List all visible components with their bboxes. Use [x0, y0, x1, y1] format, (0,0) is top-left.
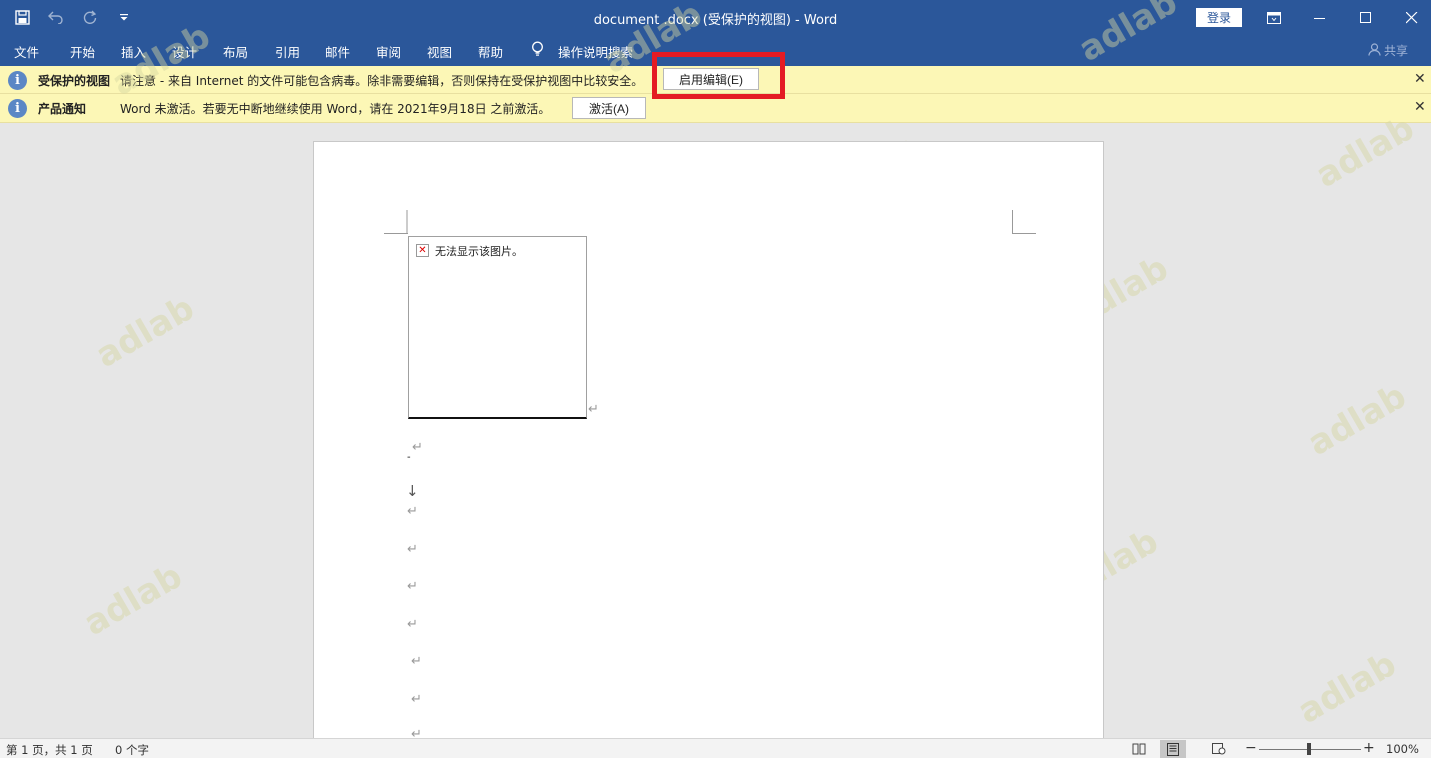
zoom-in-button[interactable]: +: [1363, 740, 1375, 756]
redo-icon[interactable]: [80, 7, 100, 27]
paragraph-mark: ↵: [588, 402, 599, 417]
watermark: adlab: [1301, 376, 1414, 464]
margin-marker-top-left: [384, 210, 408, 234]
margin-marker-top-right: [1012, 210, 1036, 234]
tab-home[interactable]: 开始: [70, 42, 95, 61]
close-protected-bar-icon[interactable]: ✕: [1414, 71, 1426, 87]
paragraph-mark: ↵: [407, 579, 418, 594]
highlight-box: [652, 52, 785, 99]
quick-access-toolbar: [12, 7, 134, 27]
info-icon: i: [8, 71, 27, 90]
minimize-icon[interactable]: [1297, 0, 1343, 36]
broken-image-icon: ✕: [416, 244, 429, 257]
title-bar: document .docx (受保护的视图) - Word 登录: [0, 0, 1431, 36]
activate-button[interactable]: 激活(A): [572, 97, 646, 119]
page-count[interactable]: 第 1 页，共 1 页: [6, 742, 93, 758]
watermark: adlab: [89, 288, 202, 376]
broken-image-text: 无法显示该图片。: [435, 245, 523, 258]
paragraph-mark: ↵: [412, 440, 423, 455]
tab-mailings[interactable]: 邮件: [325, 42, 350, 61]
share-label: 共享: [1384, 44, 1409, 58]
broken-image-placeholder[interactable]: ✕ 无法显示该图片。: [408, 236, 587, 419]
tab-references[interactable]: 引用: [275, 42, 300, 61]
tab-file[interactable]: 文件: [14, 42, 39, 61]
info-icon: i: [8, 99, 27, 118]
zoom-slider-thumb[interactable]: [1307, 743, 1311, 755]
print-layout-icon[interactable]: [1160, 740, 1186, 758]
person-icon: [1368, 42, 1381, 59]
share-button[interactable]: 共享: [1368, 42, 1408, 59]
tab-help[interactable]: 帮助: [478, 42, 503, 61]
line-break-mark: ↓: [406, 482, 419, 500]
watermark: adlab: [77, 556, 190, 644]
product-notice-message: Word 未激活。若要无中断地继续使用 Word，请在 2021年9月18日 之…: [120, 102, 551, 116]
lightbulb-icon: [531, 41, 544, 60]
document-page[interactable]: ✕ 无法显示该图片。 ↵ ↵ - ↓ ↵ ↵ ↵ ↵ ↵ ↵ ↵: [313, 141, 1104, 742]
customize-toolbar-icon[interactable]: [114, 7, 134, 27]
tell-me-search[interactable]: 操作说明搜索: [558, 42, 633, 61]
tab-design[interactable]: 设计: [172, 42, 197, 61]
paragraph-mark: ↵: [407, 617, 418, 632]
tab-view[interactable]: 视图: [427, 42, 452, 61]
paragraph-mark: ↵: [411, 654, 422, 669]
tab-layout[interactable]: 布局: [223, 42, 248, 61]
product-notice-title: 产品通知: [38, 102, 87, 116]
zoom-level[interactable]: 100%: [1386, 742, 1419, 756]
ribbon-display-options-icon[interactable]: [1251, 0, 1297, 36]
text-cursor: -: [407, 452, 411, 463]
tab-review[interactable]: 审阅: [376, 42, 401, 61]
maximize-icon[interactable]: [1343, 0, 1389, 36]
read-mode-icon[interactable]: [1126, 740, 1152, 758]
close-product-bar-icon[interactable]: ✕: [1414, 99, 1426, 115]
protected-view-message: 请注意 - 来自 Internet 的文件可能包含病毒。除非需要编辑，否则保持在…: [120, 74, 644, 88]
save-icon[interactable]: [12, 7, 32, 27]
tab-insert[interactable]: 插入: [121, 42, 146, 61]
zoom-out-button[interactable]: −: [1245, 740, 1257, 756]
undo-icon[interactable]: [46, 7, 66, 27]
paragraph-mark: ↵: [411, 692, 422, 707]
word-count[interactable]: 0 个字: [115, 742, 149, 758]
paragraph-mark: ↵: [407, 542, 418, 557]
close-icon[interactable]: [1389, 0, 1431, 36]
status-bar: 第 1 页，共 1 页 0 个字 − + 100%: [0, 738, 1431, 758]
web-layout-icon[interactable]: [1206, 740, 1232, 758]
login-button[interactable]: 登录: [1196, 8, 1242, 27]
watermark: adlab: [1291, 644, 1404, 732]
paragraph-mark: ↵: [407, 504, 418, 519]
protected-view-title: 受保护的视图: [38, 74, 111, 88]
